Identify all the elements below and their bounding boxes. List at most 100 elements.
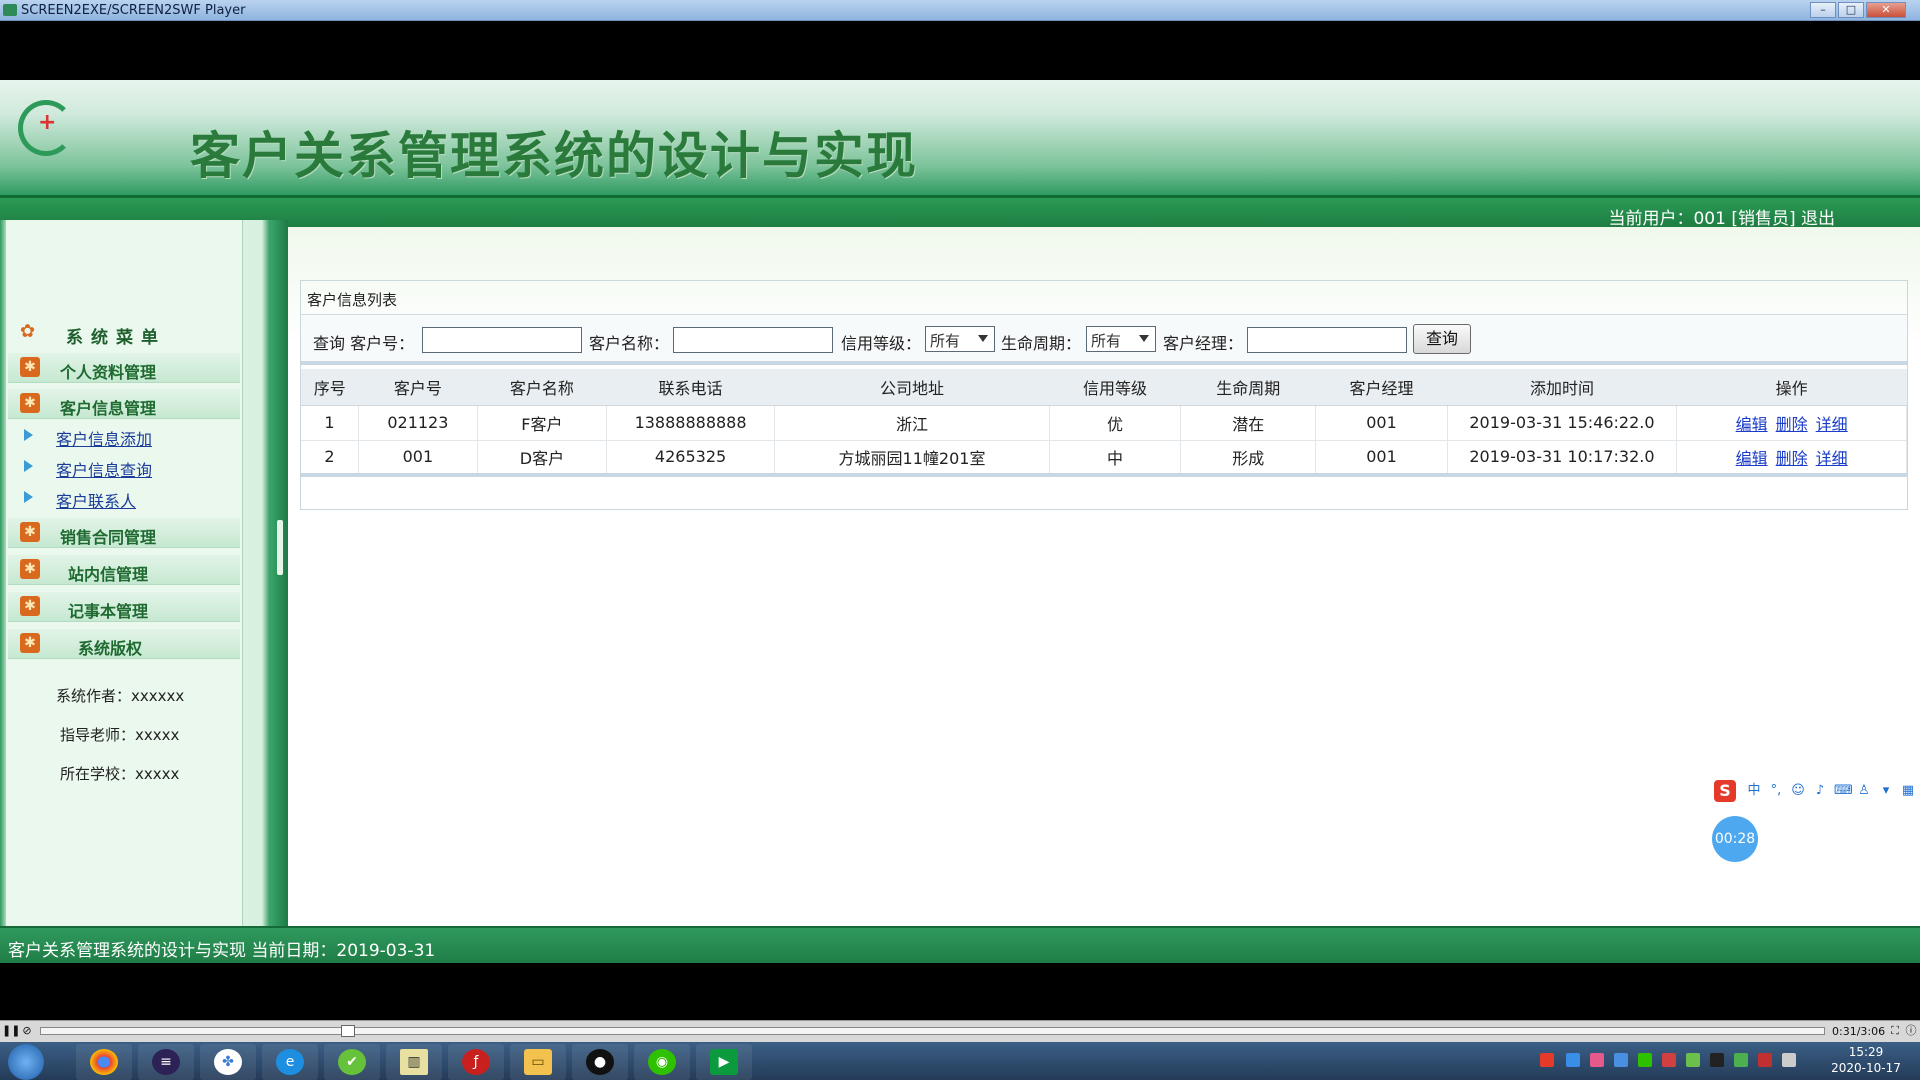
detail-link[interactable]: 详细	[1816, 449, 1848, 468]
ime-tray-icon[interactable]	[1540, 1053, 1554, 1067]
logo-cross-icon: +	[38, 110, 57, 135]
customer-id-input[interactable]	[422, 327, 582, 353]
cell-phone: 13888888888	[606, 405, 776, 441]
customer-id-label: 查询 客户号：	[313, 334, 415, 353]
chrome-icon	[90, 1049, 118, 1075]
customer-name-input[interactable]	[673, 327, 833, 353]
query-button[interactable]: 查询	[1413, 324, 1471, 354]
window-titlebar: SCREEN2EXE/SCREEN2SWF Player – □ ✕	[0, 0, 1920, 21]
menu-item-contracts[interactable]: ✱ 销售合同管理	[8, 518, 240, 548]
seek-bar[interactable]	[40, 1025, 1825, 1037]
menu-item-copyright[interactable]: ✱ 系统版权	[8, 629, 240, 659]
user-bar: 当前用户：001 [销售员] 退出	[0, 195, 1920, 229]
punctuation-icon[interactable]: °,	[1768, 783, 1784, 799]
edit-link[interactable]: 编辑	[1736, 449, 1768, 468]
menu-item-label: 个人资料管理	[60, 363, 157, 382]
info-icon[interactable]: ⓘ	[1904, 1024, 1918, 1038]
taskbar-app-6[interactable]: ▥	[386, 1044, 442, 1080]
splitter-grip[interactable]	[277, 520, 283, 575]
app-icon	[3, 4, 17, 16]
seek-thumb[interactable]	[341, 1025, 355, 1037]
column-header: 公司地址	[774, 369, 1050, 406]
taskbar-app-3[interactable]: ✤	[200, 1044, 256, 1080]
taskbar-app-5[interactable]: ✔	[324, 1044, 380, 1080]
customer-list-panel: 客户信息列表 查询 客户号： 客户名称： 信用等级： 所有 生命周期： 所有 客…	[300, 280, 1908, 510]
ime-language-toggle[interactable]: 中	[1746, 783, 1762, 799]
taskbar-chrome[interactable]	[76, 1044, 132, 1080]
wechat-tray-icon[interactable]	[1638, 1053, 1652, 1067]
detail-link[interactable]: 详细	[1816, 415, 1848, 434]
close-button[interactable]: ✕	[1866, 2, 1906, 18]
menu-item-profile[interactable]: ✱ 个人资料管理	[8, 353, 240, 383]
cell-manager: 001	[1315, 440, 1448, 477]
taskbar-explorer[interactable]: ▭	[510, 1044, 566, 1080]
recording-timer[interactable]: 00:28	[1712, 816, 1758, 862]
submenu-label[interactable]: 客户信息添加	[56, 426, 152, 450]
menu-item-messages[interactable]: ✱ 站内信管理	[8, 555, 240, 585]
search-form: 查询 客户号： 客户名称： 信用等级： 所有 生命周期： 所有 客户经理： 查询	[301, 315, 1907, 365]
submenu-label[interactable]: 客户信息查询	[56, 457, 152, 481]
cell-credit: 优	[1049, 405, 1182, 441]
submenu-label[interactable]: 客户联系人	[56, 488, 136, 512]
clock[interactable]: 15:29 2020-10-17	[1818, 1044, 1914, 1076]
sidebar-splitter[interactable]	[270, 220, 288, 926]
cell-lifecycle: 潜在	[1180, 405, 1317, 441]
document-icon: ▥	[400, 1049, 428, 1075]
eclipse-icon: ≡	[152, 1049, 180, 1075]
web-page: + 客户关系管理系统的设计与实现 当前用户：001 [销售员] 退出 ✿ 系统菜…	[0, 80, 1920, 963]
keyboard-icon[interactable]: ⌨	[1834, 783, 1853, 799]
grid-menu-icon[interactable]: ▦	[1900, 783, 1916, 799]
volume-icon[interactable]	[1758, 1053, 1772, 1067]
delete-link[interactable]: 删除	[1776, 415, 1808, 434]
logout-link[interactable]: 退出	[1801, 209, 1835, 229]
menu-header-label: 系统菜单	[66, 328, 166, 348]
minimize-button[interactable]: –	[1810, 2, 1836, 18]
arrow-right-icon	[24, 460, 33, 472]
stop-icon[interactable]: ⊘	[20, 1024, 34, 1038]
status-bar: 客户关系管理系统的设计与实现 当前日期：2019-03-31	[0, 926, 1920, 963]
lifecycle-select[interactable]: 所有	[1086, 326, 1156, 352]
taskbar-browser[interactable]: e	[262, 1044, 318, 1080]
folder-icon: ▭	[524, 1049, 552, 1075]
taskbar-wechat[interactable]: ◉	[634, 1044, 690, 1080]
menu-header: ✿ 系统菜单	[6, 317, 241, 348]
taskbar-eclipse[interactable]: ≡	[138, 1044, 194, 1080]
menu-item-label: 系统版权	[78, 639, 143, 658]
shield-icon[interactable]	[1614, 1053, 1628, 1067]
emoji-icon[interactable]: ☺	[1790, 783, 1806, 799]
tray-icon-3[interactable]	[1590, 1053, 1604, 1067]
menu-item-notepad[interactable]: ✱ 记事本管理	[8, 592, 240, 622]
cell-customer-id: 021123	[358, 405, 478, 441]
tray-icon-2[interactable]	[1566, 1053, 1580, 1067]
table-header-row: 序号 客户号 客户名称 联系电话 公司地址 信用等级 生命周期 客户经理 添加时…	[301, 369, 1907, 406]
tray-icon-6[interactable]	[1662, 1053, 1676, 1067]
ime-logo-icon[interactable]: S	[1714, 780, 1736, 802]
cell-credit: 中	[1049, 440, 1182, 477]
battery-icon[interactable]	[1734, 1053, 1748, 1067]
user-icon[interactable]: ♙	[1856, 783, 1872, 799]
microphone-icon[interactable]: ♪	[1812, 783, 1828, 799]
tray-icon-7[interactable]	[1686, 1053, 1700, 1067]
taskbar-qq[interactable]: ●	[572, 1044, 628, 1080]
credit-level-select[interactable]: 所有	[925, 326, 995, 352]
start-button[interactable]	[8, 1044, 44, 1080]
network-icon[interactable]	[1782, 1053, 1796, 1067]
column-header: 客户号	[358, 369, 478, 406]
qq-tray-icon[interactable]	[1710, 1053, 1724, 1067]
table-row: 1 021123 F客户 13888888888 浙江 优 潜在 001 201…	[301, 405, 1907, 441]
cell-manager: 001	[1315, 405, 1448, 441]
taskbar-flash[interactable]: ƒ	[448, 1044, 504, 1080]
manager-input[interactable]	[1247, 327, 1407, 353]
browser-icon: e	[276, 1049, 304, 1075]
fullscreen-icon[interactable]: ⛶	[1888, 1024, 1902, 1038]
lifecycle-label: 生命周期：	[1001, 334, 1082, 353]
skin-icon[interactable]: ▾	[1878, 783, 1894, 799]
taskbar-player[interactable]: ▶	[696, 1044, 752, 1080]
maximize-button[interactable]: □	[1838, 2, 1864, 18]
wechat-icon: ◉	[648, 1049, 676, 1075]
menu-item-customers[interactable]: ✱ 客户信息管理	[8, 389, 240, 419]
pause-icon[interactable]: ❚❚	[2, 1024, 20, 1038]
edit-link[interactable]: 编辑	[1736, 415, 1768, 434]
manager-label: 客户经理：	[1163, 334, 1244, 353]
delete-link[interactable]: 删除	[1776, 449, 1808, 468]
